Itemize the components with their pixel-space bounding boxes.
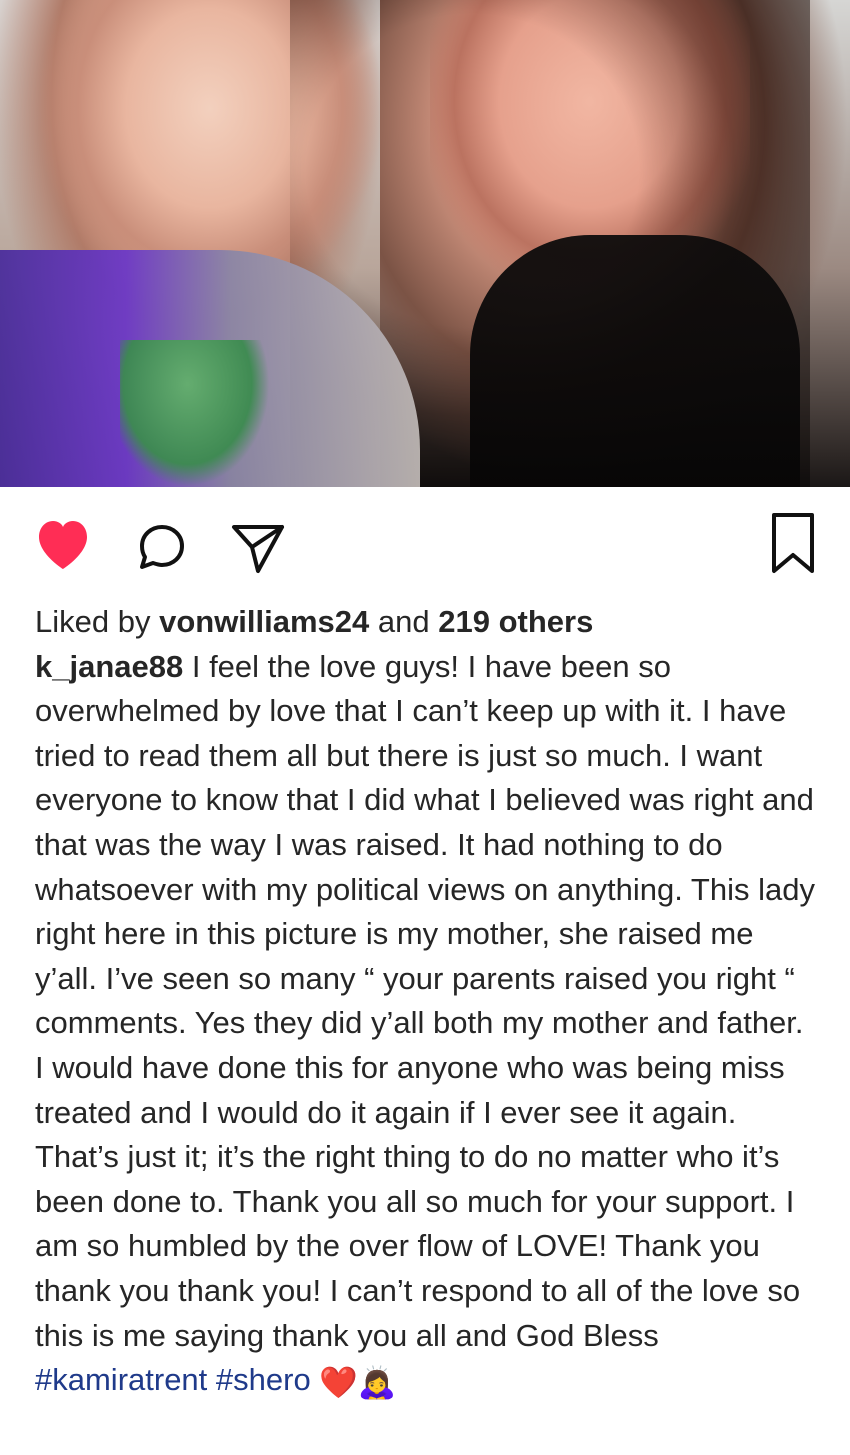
caption: k_janae88 I feel the love guys! I have b…	[35, 645, 815, 1403]
post-content: Liked by vonwilliams24 and 219 others k_…	[0, 600, 815, 1403]
photo-right-shirt	[470, 235, 800, 487]
caption-username[interactable]: k_janae88	[35, 649, 183, 684]
likes-count[interactable]: 219 others	[438, 604, 593, 639]
liked-by-user[interactable]: vonwilliams24	[159, 604, 369, 639]
heart-icon[interactable]	[33, 515, 93, 575]
bookmark-icon[interactable]	[768, 511, 818, 575]
comment-icon[interactable]	[132, 517, 192, 577]
likes-line: Liked by vonwilliams24 and 219 others	[35, 600, 815, 645]
red-heart-emoji: ❤️	[319, 1365, 358, 1401]
post-actions-bar	[0, 487, 850, 598]
bowing-woman-emoji: 🙇‍♀️	[357, 1365, 397, 1401]
caption-text: I feel the love guys! I have been so ove…	[35, 648, 815, 1353]
likes-prefix: Liked by	[35, 604, 160, 639]
caption-hashtags[interactable]: #kamiratrent #shero	[35, 1362, 311, 1397]
post-photo[interactable]	[0, 0, 850, 487]
likes-middle: and	[369, 604, 439, 639]
share-icon[interactable]	[228, 517, 288, 577]
photo-left-shirt	[120, 340, 270, 487]
